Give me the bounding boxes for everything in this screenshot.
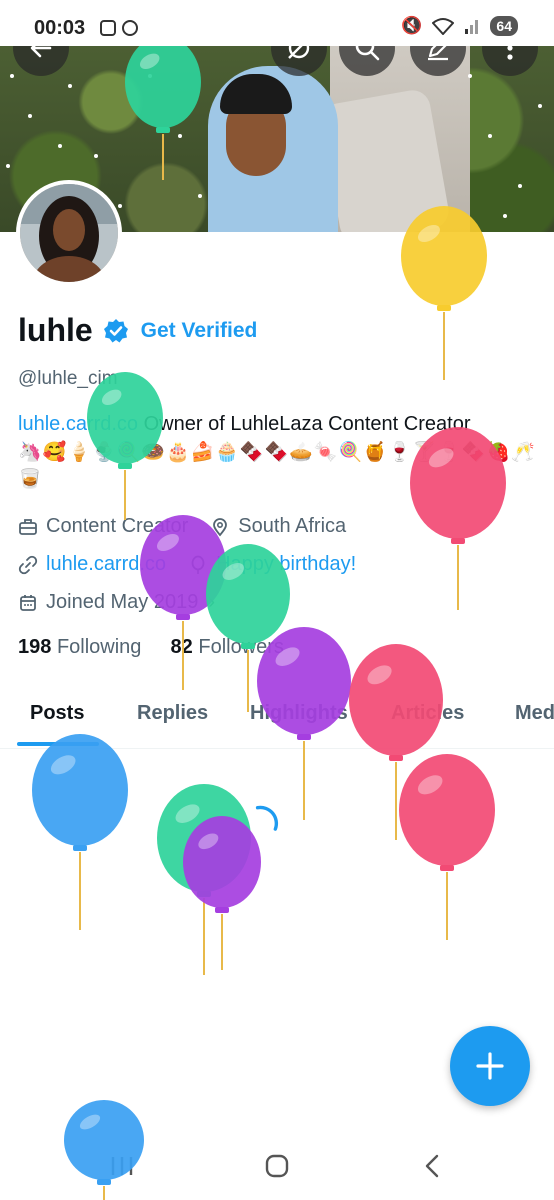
profile-website[interactable]: luhle.carrd.co	[46, 553, 166, 576]
avatar[interactable]	[16, 180, 122, 286]
followers-label: Followers	[198, 636, 284, 658]
wifi-icon	[432, 18, 455, 35]
followers-count: 82	[170, 636, 193, 658]
profile-location: South Africa	[238, 515, 347, 537]
get-verified-link[interactable]: Get Verified	[141, 319, 258, 343]
twitch-icon	[100, 20, 116, 36]
nav-back-icon	[425, 1154, 439, 1178]
status-time: 00:03	[34, 17, 86, 39]
plus-icon	[476, 1052, 504, 1080]
followers-link[interactable]: 82 Followers	[171, 636, 284, 658]
recent-apps-icon	[111, 1157, 133, 1175]
status-icons: 🔇 64	[401, 16, 518, 36]
recent-apps-button[interactable]	[102, 1150, 142, 1182]
joined-date: Joined May 2019	[46, 591, 199, 613]
profile-tabs: Posts Replies Highlights Articles Media	[0, 692, 554, 749]
balloon-icon	[188, 555, 208, 575]
system-nav-bar	[0, 1130, 554, 1200]
tab-posts[interactable]: Posts	[30, 702, 84, 725]
bio-text: Owner of LuhleLaza Content Creator	[138, 413, 471, 435]
handle: @luhle_cim	[18, 368, 118, 389]
status-bar: 00:03 🔇 64	[0, 0, 554, 46]
meta-row-category: Content Creator South Africa	[18, 515, 346, 538]
calendar-icon	[18, 593, 38, 613]
briefcase-icon	[18, 517, 38, 537]
battery-indicator: 64	[490, 16, 518, 36]
name-row: luhle Get Verified	[18, 312, 257, 349]
link-icon	[18, 555, 38, 575]
verified-badge-icon[interactable]	[103, 318, 129, 344]
loading-spinner	[255, 805, 279, 831]
birthday-message: Happy birthday!	[216, 553, 357, 575]
tab-replies[interactable]: Replies	[137, 702, 208, 725]
bio: luhle.carrd.co Owner of LuhleLaza Conten…	[18, 410, 538, 493]
chevron-right-icon[interactable]: ›	[208, 591, 215, 614]
balloon	[32, 734, 128, 930]
location-pin-icon	[210, 517, 230, 537]
pinterest-icon	[122, 20, 138, 36]
meta-row-joined: Joined May 2019 ›	[18, 591, 215, 614]
tab-articles[interactable]: Articles	[391, 702, 464, 725]
follow-counts: 198 Following 82 Followers	[18, 636, 284, 659]
tab-media[interactable]: Media	[515, 702, 554, 725]
home-button[interactable]	[257, 1150, 297, 1182]
mute-icon: 🔇	[401, 16, 423, 35]
signal-icon	[465, 20, 479, 34]
nav-back-button[interactable]	[412, 1150, 452, 1182]
bio-link[interactable]: luhle.carrd.co	[18, 413, 138, 435]
tab-highlights[interactable]: Highlights	[250, 702, 348, 725]
bio-emojis: 🦄🥰🍦🍨🍭🍩🎂🍰🧁🍫🍫🥧🍬🍭🍯🍷🍸🍷🍫🍓🥂	[18, 442, 536, 463]
following-count: 198	[18, 636, 52, 658]
display-name: luhle	[18, 312, 93, 348]
following-label: Following	[56, 636, 142, 658]
home-circle-icon	[265, 1154, 289, 1178]
meta-row-links: luhle.carrd.co Happy birthday!	[18, 553, 356, 576]
avatar-image	[20, 184, 118, 282]
active-tab-indicator	[17, 742, 99, 746]
profile-category: Content Creator	[46, 515, 189, 537]
bio-emojis-line2: 🥃	[18, 469, 43, 490]
following-link[interactable]: 198 Following	[18, 636, 141, 658]
balloon	[399, 754, 495, 940]
balloon	[157, 784, 251, 975]
compose-post-button[interactable]	[450, 1026, 530, 1106]
balloon	[401, 206, 487, 380]
